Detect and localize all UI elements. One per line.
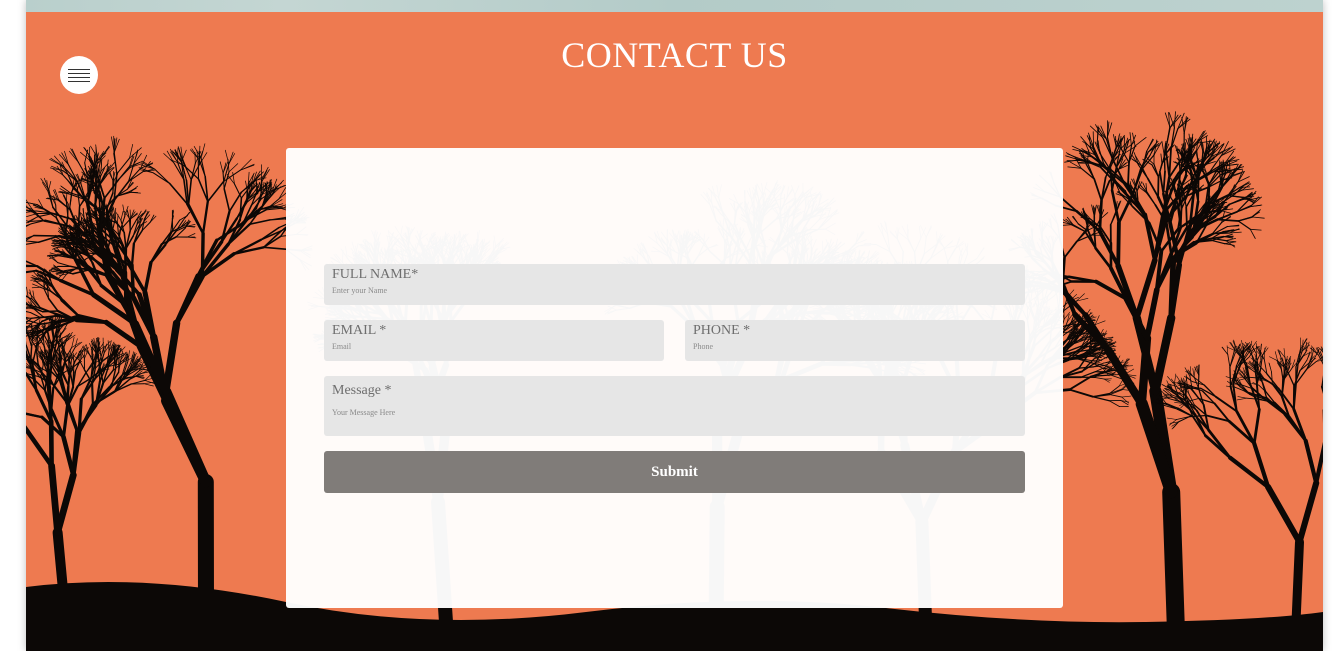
contact-form: FULL NAME* EMAIL * PHONE * Message * Sub…	[286, 148, 1063, 608]
message-field[interactable]: Message *	[324, 376, 1025, 436]
submit-button[interactable]: Submit	[324, 451, 1025, 493]
phone-field[interactable]: PHONE *	[685, 320, 1025, 361]
page: CONTACT US FULL NAME* EMAIL * PHONE * Me…	[26, 0, 1323, 651]
page-title: CONTACT US	[561, 35, 788, 75]
sky-strip	[26, 0, 1323, 12]
full-name-input[interactable]	[332, 286, 1017, 295]
hamburger-icon	[68, 66, 90, 85]
full-name-label: FULL NAME*	[332, 267, 419, 282]
message-label: Message *	[332, 383, 392, 398]
message-input[interactable]	[332, 408, 1017, 422]
email-label: EMAIL *	[332, 323, 387, 338]
menu-button[interactable]	[60, 56, 98, 94]
email-field[interactable]: EMAIL *	[324, 320, 664, 361]
phone-label: PHONE *	[693, 323, 751, 338]
full-name-field[interactable]: FULL NAME*	[324, 264, 1025, 305]
phone-input[interactable]	[693, 342, 1017, 351]
email-input[interactable]	[332, 342, 656, 351]
